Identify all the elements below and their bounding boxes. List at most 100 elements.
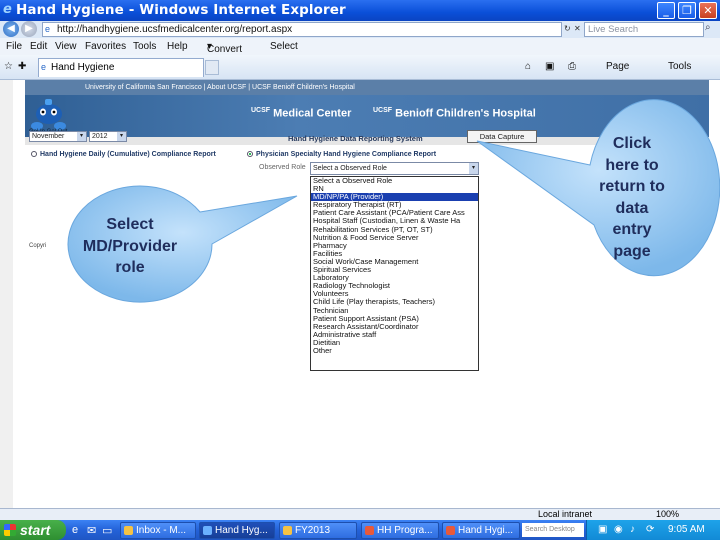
desktop-search-input[interactable]: Search Desktop — [522, 523, 584, 537]
taskbar-fy2013[interactable]: FY2013 — [279, 522, 357, 539]
dropdown-option[interactable]: Administrative staff — [311, 331, 478, 339]
status-bar: Local intranet 100% — [0, 508, 720, 520]
callout-right-line: here to — [605, 156, 659, 174]
tray-network-icon[interactable]: ▣ — [598, 524, 607, 535]
taskbar-label: FY2013 — [295, 525, 331, 536]
dropdown-option[interactable]: Laboratory — [311, 274, 478, 282]
taskbar-label: HH Progra... — [377, 525, 433, 536]
tray-update-icon[interactable]: ⟳ — [646, 524, 654, 535]
callout-right-line: page — [613, 242, 651, 260]
tray-security-icon[interactable]: ◉ — [614, 524, 623, 535]
page-menu[interactable]: Page — [606, 61, 629, 72]
callout-right-line: Click — [612, 135, 652, 152]
start-label: start — [20, 522, 51, 538]
dropdown-option[interactable]: Spiritual Services — [311, 266, 478, 274]
dropdown-option[interactable]: Hospital Staff (Custodian, Linen & Waste… — [311, 217, 478, 225]
radio-daily-label: Hand Hygiene Daily (Cumulative) Complian… — [40, 151, 216, 158]
site-top-links: University of California San Francisco |… — [25, 80, 709, 95]
radio-daily-report[interactable]: Hand Hygiene Daily (Cumulative) Complian… — [31, 151, 216, 158]
close-button[interactable]: ✕ — [699, 2, 717, 19]
tab-label: Hand Hygiene — [51, 62, 115, 73]
top-links-text[interactable]: University of California San Francisco |… — [85, 80, 355, 95]
chevron-down-icon: ▾ — [117, 132, 126, 141]
dropdown-option[interactable]: Volunteers — [311, 290, 478, 298]
home-icon[interactable]: ⌂ — [525, 61, 531, 72]
url-field[interactable]: e http://handhygiene.ucsfmedicalcenter.o… — [42, 22, 562, 37]
dropdown-option[interactable]: Rehabilitation Services (PT, OT, ST) — [311, 226, 478, 234]
year-select[interactable]: 2012 ▾ — [89, 131, 127, 142]
site-header-band — [25, 95, 709, 137]
dropdown-option[interactable]: Nutrition & Food Service Server — [311, 234, 478, 242]
menu-file[interactable]: File — [6, 41, 22, 52]
desktop-quicklaunch-icon[interactable]: ▭ — [102, 524, 112, 537]
back-button[interactable]: ◀ — [3, 21, 19, 37]
maximize-button[interactable]: ❐ — [678, 2, 696, 19]
observed-role-dropdown-list[interactable]: Select a Observed Role RN MD/NP/PA (Provid… — [310, 176, 479, 371]
callout-right-line: entry — [612, 221, 652, 238]
radio-specialty-label: Physician Specialty Hand Hygiene Complia… — [256, 151, 437, 158]
convert-button[interactable]: Convert ▾ — [207, 41, 242, 55]
add-favorites-icon[interactable]: ✚ — [18, 61, 26, 72]
minimize-button[interactable]: _ — [657, 2, 675, 19]
forward-button[interactable]: ▶ — [21, 21, 37, 37]
dropdown-option[interactable]: Technician — [311, 307, 478, 315]
menu-help[interactable]: Help — [167, 41, 188, 52]
ucsf-medical-center-logo: UCSF Medical Center — [251, 107, 351, 120]
ie-logo-icon: e — [3, 2, 12, 17]
menu-view[interactable]: View — [55, 41, 77, 52]
new-tab-button[interactable] — [205, 60, 219, 75]
dropdown-option[interactable]: Patient Care Assistant (PCA/Patient Care… — [311, 209, 478, 217]
dropdown-option[interactable]: Respiratory Therapist (RT) — [311, 201, 478, 209]
taskbar-hh-program[interactable]: HH Progra... — [361, 522, 439, 539]
dropdown-option[interactable]: Pharmacy — [311, 242, 478, 250]
tab-page-icon: e — [41, 62, 47, 72]
dropdown-option[interactable]: Research Assistant/Coordinator — [311, 323, 478, 331]
start-button[interactable]: start — [0, 520, 66, 540]
menu-edit[interactable]: Edit — [30, 41, 47, 52]
chevron-down-icon: ▾ — [469, 163, 478, 174]
dropdown-option[interactable]: RN — [311, 185, 478, 193]
dropdown-option[interactable]: Social Work/Case Management — [311, 258, 478, 266]
dropdown-option[interactable]: Facilities — [311, 250, 478, 258]
feeds-icon[interactable]: ▣ — [545, 61, 554, 72]
dropdown-option[interactable]: Select a Observed Role — [311, 177, 478, 186]
taskbar-inbox[interactable]: Inbox - M... — [120, 522, 196, 539]
taskbar-hand-hygiene-doc[interactable]: Hand Hygi... — [442, 522, 520, 539]
ucsf-mark-2: UCSF — [373, 107, 393, 114]
dropdown-option[interactable]: Other — [311, 347, 478, 355]
search-icon[interactable]: ⌕ — [705, 22, 711, 33]
tools-menu[interactable]: Tools — [668, 61, 691, 72]
tray-volume-icon[interactable]: ♪ — [630, 524, 635, 535]
observed-role-select[interactable]: Select a Observed Role ▾ — [310, 162, 479, 175]
menu-favorites[interactable]: Favorites — [85, 41, 126, 52]
refresh-icon[interactable]: ↻ — [564, 24, 571, 33]
zoom-level[interactable]: 100% — [656, 509, 679, 519]
menu-tools[interactable]: Tools — [133, 41, 156, 52]
search-input[interactable]: Live Search — [584, 22, 704, 37]
print-icon[interactable]: ⎙ — [568, 61, 576, 72]
medical-center-text: Medical Center — [273, 107, 352, 120]
month-select[interactable]: November ▾ — [29, 131, 87, 142]
window-title: Hand Hygiene - Windows Internet Explorer — [16, 2, 346, 18]
ie-quicklaunch-icon[interactable]: e — [72, 524, 78, 536]
tab-hand-hygiene[interactable]: e Hand Hygiene — [38, 58, 204, 77]
dropdown-edge — [479, 176, 485, 371]
dropdown-option[interactable]: Dietitian — [311, 339, 478, 347]
dropdown-option[interactable]: MD/NP/PA (Provider) — [311, 193, 478, 202]
stop-icon[interactable]: ✕ — [574, 24, 581, 33]
taskbar-label: Hand Hyg... — [215, 525, 268, 536]
callout-left-line: MD/Provider — [82, 237, 178, 255]
dropdown-option[interactable]: Child Life (Play therapists, Teachers) — [311, 298, 478, 306]
radio-specialty-report[interactable]: Physician Specialty Hand Hygiene Complia… — [247, 151, 436, 158]
favorites-star-icon[interactable]: ☆ — [4, 61, 13, 72]
childrens-hospital-text: Benioff Children's Hospital — [395, 107, 536, 120]
dropdown-option[interactable]: Radiology Technologist — [311, 282, 478, 290]
windows-taskbar: start e ✉ ▭ Inbox - M... Hand Hyg... FY2… — [0, 520, 720, 540]
data-capture-button[interactable]: Data Capture — [467, 130, 537, 143]
select-button[interactable]: Select — [270, 41, 298, 52]
dropdown-option[interactable]: Patient Support Assistant (PSA) — [311, 315, 478, 323]
observed-role-value: Select a Observed Role — [313, 165, 387, 172]
url-text: http://handhygiene.ucsfmedicalcenter.org… — [57, 24, 293, 35]
taskbar-hand-hygiene-ie[interactable]: Hand Hyg... — [199, 522, 275, 539]
outlook-quicklaunch-icon[interactable]: ✉ — [87, 524, 96, 537]
